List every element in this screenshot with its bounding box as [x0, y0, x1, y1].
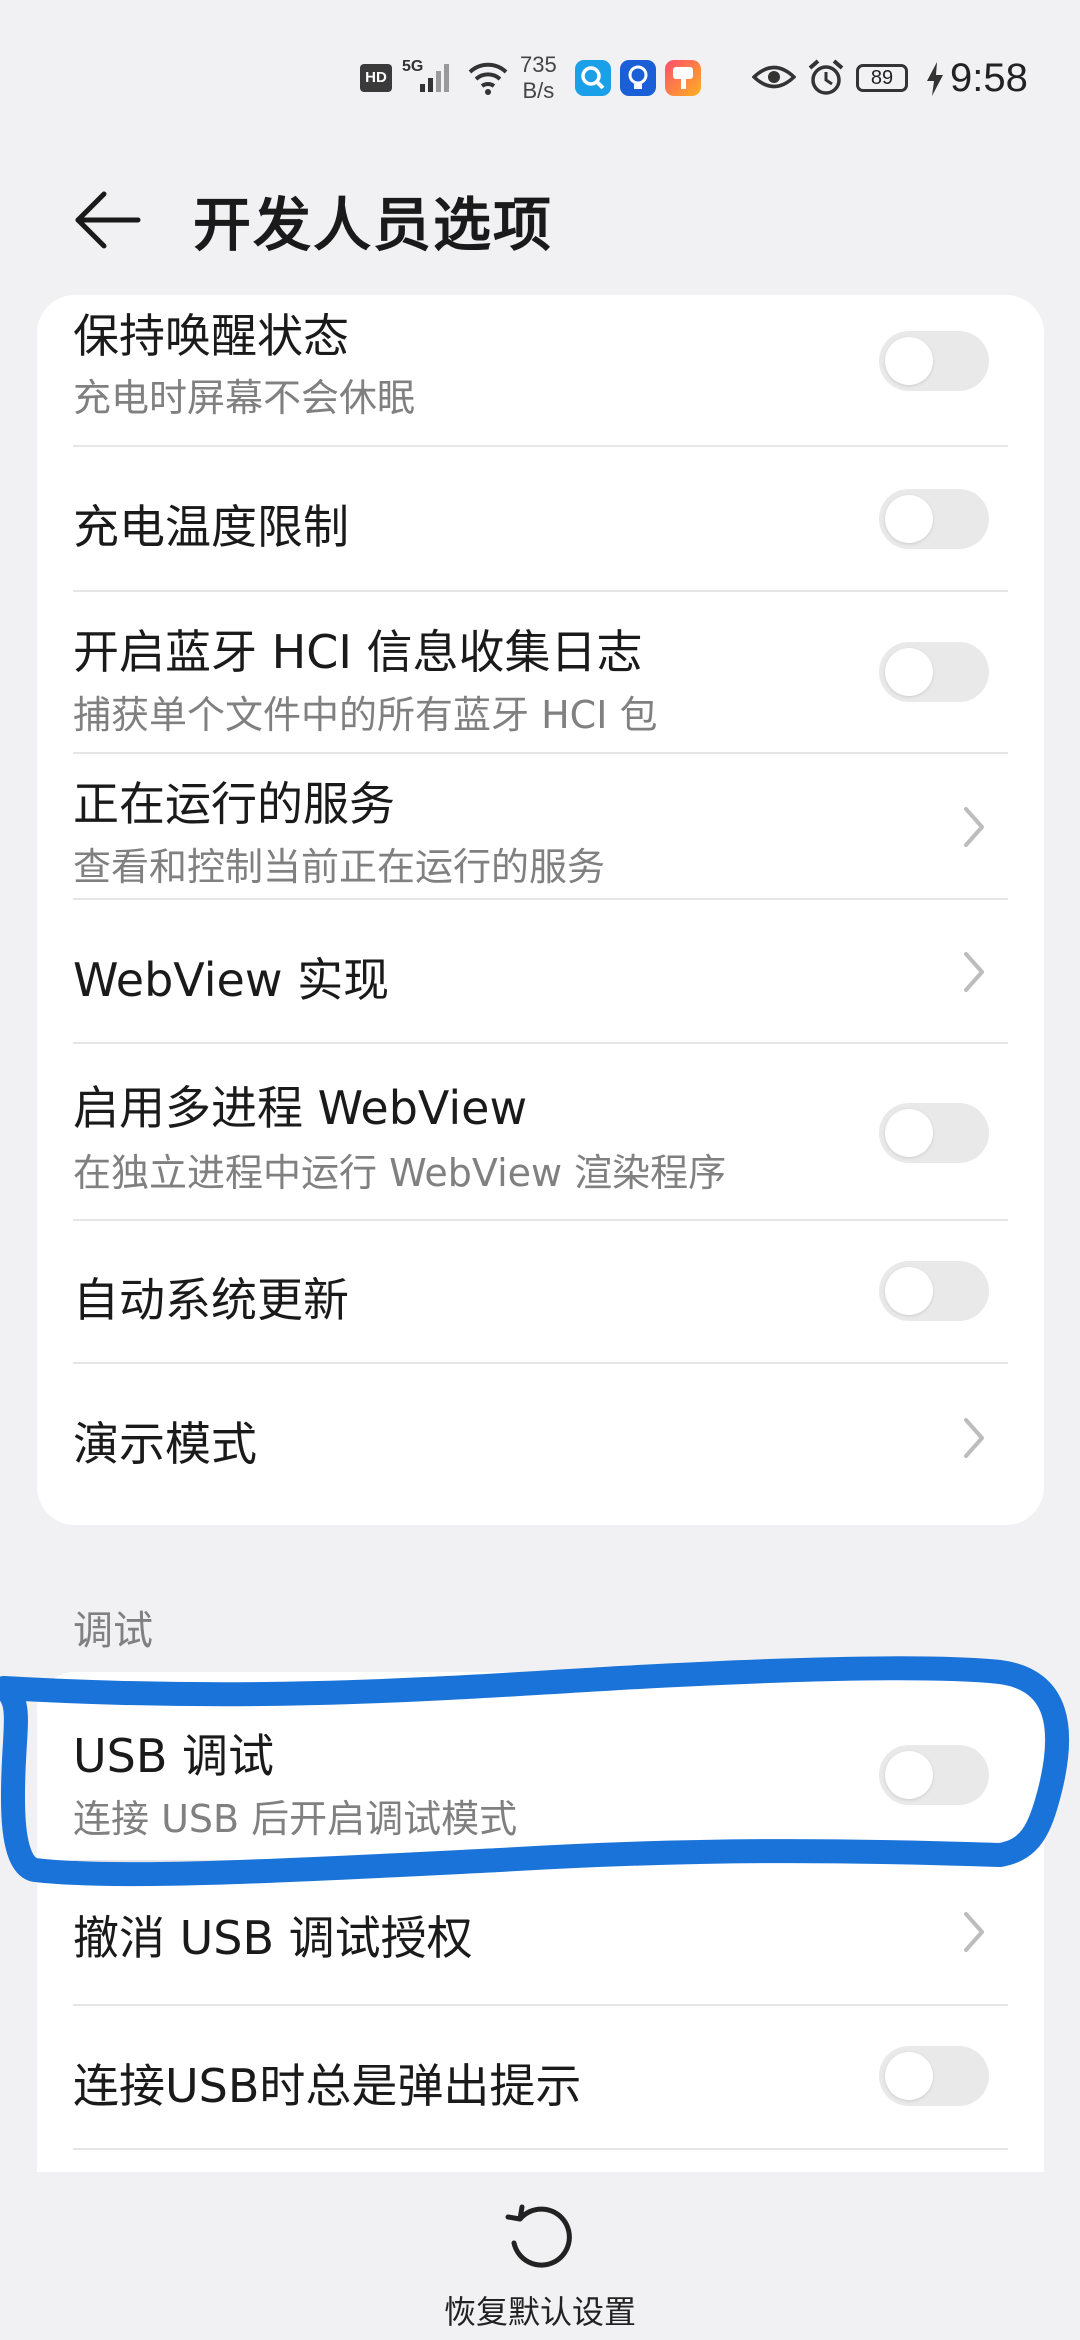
clock: 9:58 — [950, 56, 1028, 100]
usb-prompt-toggle[interactable] — [879, 2046, 989, 2106]
setting-row-webview-implementation[interactable]: WebView 实现 — [37, 900, 1044, 1044]
setting-title: USB 调试 — [73, 1729, 275, 1783]
alarm-icon — [808, 59, 844, 95]
restore-icon[interactable] — [500, 2197, 580, 2277]
net-speed-unit: B/s — [522, 78, 555, 103]
theme-app-icon — [665, 60, 701, 96]
page-title: 开发人员选项 — [193, 191, 554, 259]
bluetooth-hci-log-toggle[interactable] — [879, 642, 989, 702]
toggle-knob — [885, 648, 933, 696]
back-arrow-icon[interactable] — [70, 180, 150, 260]
chevron-right-icon — [964, 1912, 984, 1952]
restore-defaults-button[interactable]: 恢复默认设置 — [0, 2287, 1080, 2333]
net-speed-value: 735 — [520, 52, 557, 77]
toggle-knob — [885, 2052, 933, 2100]
setting-row-stay-awake[interactable]: 保持唤醒状态 充电时屏幕不会休眠 — [37, 295, 1044, 447]
cellular-signal-icon — [420, 64, 449, 92]
setting-title: 自动系统更新 — [73, 1273, 349, 1327]
bottom-bar: 恢复默认设置 — [0, 2172, 1080, 2340]
setting-title: 保持唤醒状态 — [73, 309, 349, 363]
setting-title: 正在运行的服务 — [73, 777, 395, 831]
eye-comfort-icon — [752, 65, 796, 89]
stay-awake-toggle[interactable] — [879, 331, 989, 391]
setting-row-multiprocess-webview[interactable]: 启用多进程 WebView 在独立进程中运行 WebView 渲染程序 — [37, 1044, 1044, 1221]
charge-temp-limit-toggle[interactable] — [879, 489, 989, 549]
setting-subtitle: 查看和控制当前正在运行的服务 — [73, 845, 606, 889]
battery-indicator: 89 — [856, 64, 908, 92]
usb-debugging-toggle[interactable] — [879, 1745, 989, 1805]
bulb-app-icon — [620, 60, 656, 96]
app-header: 开发人员选项 — [0, 150, 1080, 290]
toggle-knob — [885, 1109, 933, 1157]
toggle-knob — [885, 337, 933, 385]
setting-title: WebView 实现 — [73, 953, 390, 1007]
hd-voice-icon: HD — [360, 64, 392, 92]
chevron-right-icon — [964, 952, 984, 992]
setting-row-usb-prompt[interactable]: 连接USB时总是弹出提示 — [37, 2006, 1044, 2150]
wifi-icon — [468, 62, 508, 95]
setting-title: 演示模式 — [73, 1417, 257, 1471]
setting-title: 启用多进程 WebView — [73, 1081, 528, 1135]
divider — [73, 2148, 1008, 2150]
setting-title: 充电温度限制 — [73, 500, 349, 554]
setting-subtitle: 充电时屏幕不会休眠 — [73, 376, 416, 420]
settings-card-debugging: USB 调试 连接 USB 后开启调试模式 撤消 USB 调试授权 连接USB时… — [37, 1672, 1044, 2172]
net-speed: 735 B/s — [520, 52, 557, 104]
charging-icon — [927, 62, 943, 96]
search-app-icon — [575, 60, 611, 96]
toggle-knob — [885, 1267, 933, 1315]
settings-card-general: 保持唤醒状态 充电时屏幕不会休眠 充电温度限制 开启蓝牙 HCI 信息收集日志 … — [37, 295, 1044, 1525]
setting-subtitle: 捕获单个文件中的所有蓝牙 HCI 包 — [73, 693, 658, 737]
section-label-debugging: 调试 — [73, 1608, 153, 1654]
setting-title: 连接USB时总是弹出提示 — [73, 2059, 582, 2113]
multiprocess-webview-toggle[interactable] — [879, 1103, 989, 1163]
toggle-knob — [885, 495, 933, 543]
setting-row-revoke-usb-auth[interactable]: 撤消 USB 调试授权 — [37, 1862, 1044, 2006]
setting-row-bluetooth-hci-log[interactable]: 开启蓝牙 HCI 信息收集日志 捕获单个文件中的所有蓝牙 HCI 包 — [37, 592, 1044, 754]
chevron-right-icon — [964, 807, 984, 847]
setting-row-running-services[interactable]: 正在运行的服务 查看和控制当前正在运行的服务 — [37, 754, 1044, 900]
setting-row-auto-system-update[interactable]: 自动系统更新 — [37, 1221, 1044, 1364]
setting-row-demo-mode[interactable]: 演示模式 — [37, 1364, 1044, 1525]
setting-row-usb-debugging[interactable]: USB 调试 连接 USB 后开启调试模式 — [37, 1672, 1044, 1862]
chevron-right-icon — [964, 1418, 984, 1458]
setting-row-charge-temp-limit[interactable]: 充电温度限制 — [37, 447, 1044, 592]
setting-subtitle: 连接 USB 后开启调试模式 — [73, 1797, 518, 1841]
setting-subtitle: 在独立进程中运行 WebView 渲染程序 — [73, 1151, 727, 1195]
status-bar: HD 5G 735 B/s 89 9:58 — [0, 0, 1080, 150]
setting-title: 撤消 USB 调试授权 — [73, 1911, 473, 1965]
auto-system-update-toggle[interactable] — [879, 1261, 989, 1321]
toggle-knob — [885, 1751, 933, 1799]
setting-title: 开启蓝牙 HCI 信息收集日志 — [73, 625, 643, 679]
